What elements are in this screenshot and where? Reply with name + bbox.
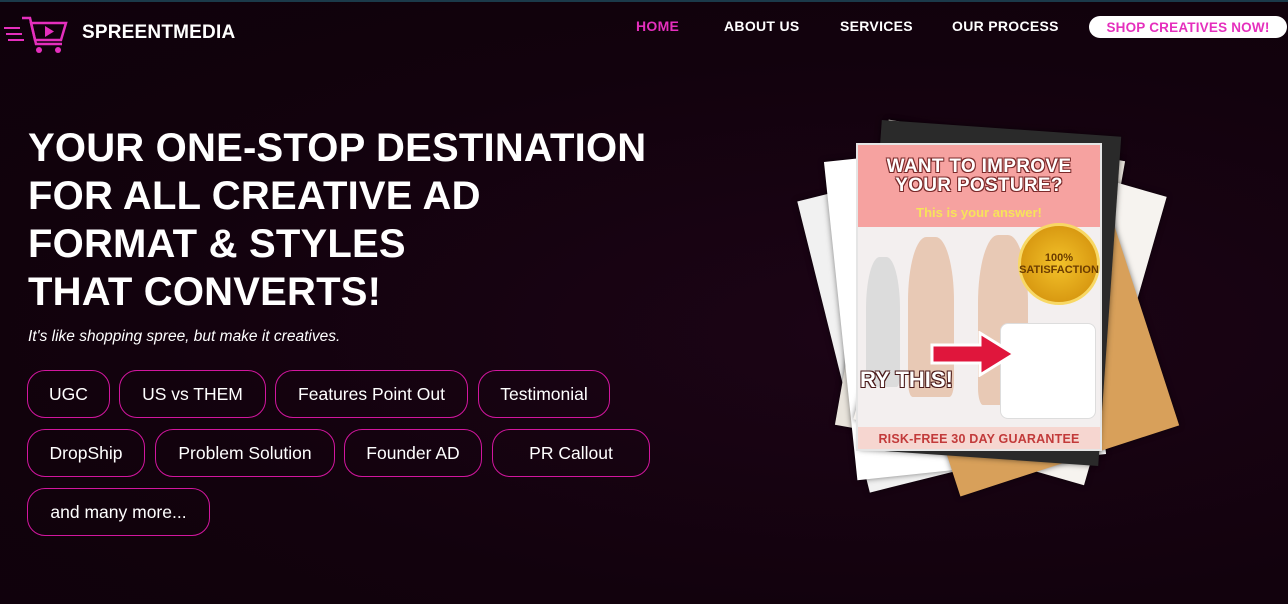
headline-line-4: THAT CONVERTS! xyxy=(28,270,382,314)
chip-testimonial[interactable]: Testimonial xyxy=(478,370,610,418)
chip-founder-ad[interactable]: Founder AD xyxy=(344,429,482,477)
hero-headline: YOUR ONE-STOP DESTINATION FOR ALL CREATI… xyxy=(28,124,708,316)
hero-tagline: It's like shopping spree, but make it cr… xyxy=(28,328,341,345)
satisfaction-badge: 100% SATISFACTION xyxy=(1018,223,1100,305)
chip-dropship[interactable]: DropShip xyxy=(27,429,145,477)
headline-line-3: FORMAT & STYLES xyxy=(28,222,406,266)
logo[interactable] xyxy=(4,14,70,56)
chip-ugc[interactable]: UGC xyxy=(27,370,110,418)
brand-name[interactable]: SPREENTMEDIA xyxy=(82,22,235,44)
chip-features-point-out[interactable]: Features Point Out xyxy=(275,370,468,418)
chip-problem-solution[interactable]: Problem Solution xyxy=(155,429,335,477)
nav-our-process[interactable]: OUR PROCESS xyxy=(952,18,1059,34)
chip-pr-callout[interactable]: PR Callout xyxy=(492,429,650,477)
ad-overlay-text: RY THIS! xyxy=(860,367,953,392)
chip-us-vs-them[interactable]: US vs THEM xyxy=(119,370,266,418)
ad-title: WANT TO IMPROVE YOUR POSTURE? xyxy=(858,157,1100,195)
shopping-cart-play-icon xyxy=(4,16,68,53)
ad-header: WANT TO IMPROVE YOUR POSTURE? This is yo… xyxy=(858,145,1100,227)
featured-ad-card[interactable]: WANT TO IMPROVE YOUR POSTURE? This is yo… xyxy=(856,143,1102,451)
ad-title-line-1: WANT TO IMPROVE xyxy=(886,156,1072,177)
chip-and-many-more[interactable]: and many more... xyxy=(27,488,210,536)
ad-guarantee: RISK-FREE 30 DAY GUARANTEE xyxy=(858,427,1100,449)
headline-line-2: FOR ALL CREATIVE AD xyxy=(28,174,481,218)
nav-services[interactable]: SERVICES xyxy=(840,18,913,34)
shop-creatives-button[interactable]: SHOP CREATIVES NOW! xyxy=(1089,16,1287,38)
ad-subtitle: This is your answer! xyxy=(916,205,1042,220)
nav-about-us[interactable]: ABOUT US xyxy=(724,18,800,34)
top-border xyxy=(0,0,1288,2)
nav-home[interactable]: HOME xyxy=(636,18,679,34)
headline-line-1: YOUR ONE-STOP DESTINATION xyxy=(28,126,647,170)
ad-title-line-2: YOUR POSTURE? xyxy=(895,175,1063,196)
